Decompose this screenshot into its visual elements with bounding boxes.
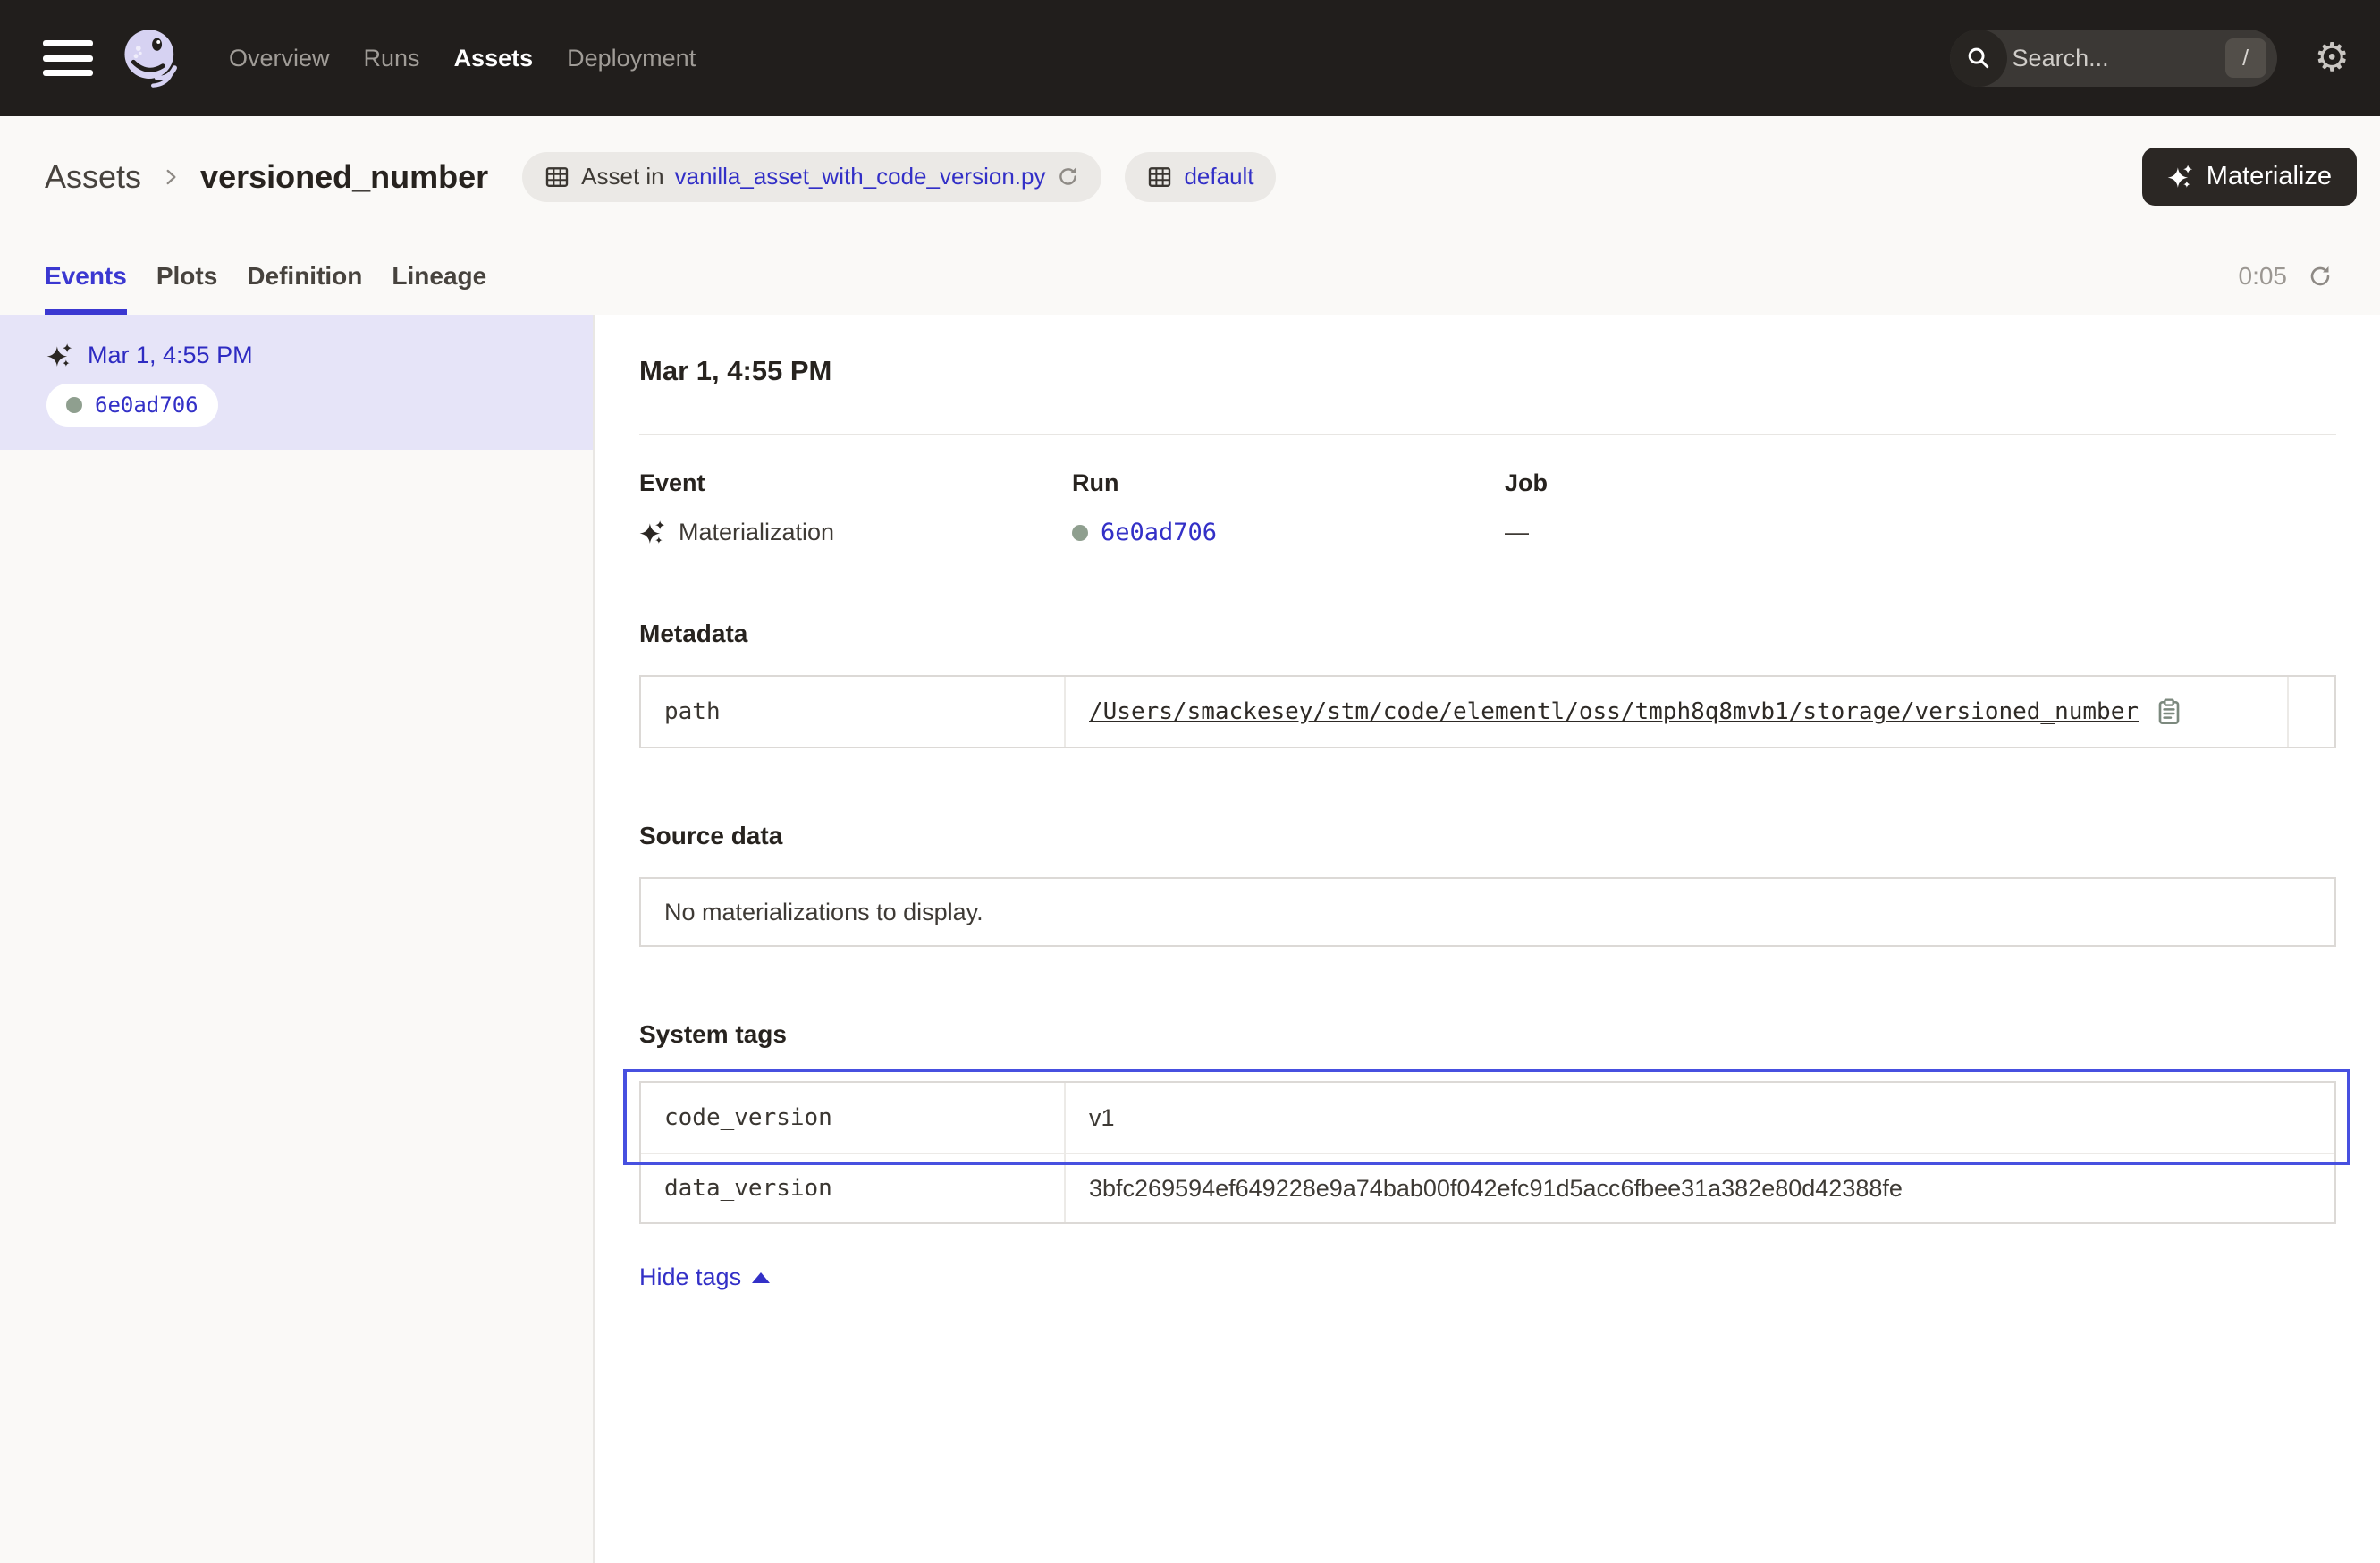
run-id: 6e0ad706 (95, 393, 198, 418)
clipboard-icon (2155, 697, 2183, 726)
nav-item-runs[interactable]: Runs (364, 45, 420, 72)
run-column-label: Run (1072, 469, 1505, 497)
asset-tabs: Events Plots Definition Lineage 0:05 (0, 237, 2380, 315)
search-input[interactable] (2007, 45, 2225, 72)
settings-gear-icon[interactable]: ⚙ (2315, 38, 2350, 78)
caret-up-icon (752, 1272, 770, 1283)
breadcrumb-assets-link[interactable]: Assets (45, 158, 141, 196)
event-column-label: Event (639, 469, 1072, 497)
chevron-right-icon (159, 165, 182, 189)
asset-group-link[interactable]: default (1184, 163, 1253, 190)
run-status-dot (1072, 525, 1088, 541)
event-detail-heading: Mar 1, 4:55 PM (639, 355, 2336, 387)
copy-path-button[interactable] (2155, 697, 2183, 726)
tag-key-code-version: code_version (641, 1083, 1064, 1153)
asset-group-badge: default (1125, 152, 1275, 202)
source-data-heading: Source data (639, 822, 2336, 850)
run-column: Run 6e0ad706 (1072, 469, 1505, 546)
event-column: Event Materialization (639, 469, 1072, 546)
refresh-button[interactable] (2307, 263, 2334, 290)
tab-definition[interactable]: Definition (247, 237, 362, 315)
search-icon (1950, 30, 2007, 87)
job-value: — (1505, 519, 1529, 546)
event-timestamp[interactable]: Mar 1, 4:55 PM (88, 342, 253, 369)
top-nav: Overview Runs Assets Deployment / ⚙ (0, 0, 2380, 116)
tag-key-data-version: data_version (641, 1153, 1064, 1222)
job-column-label: Job (1505, 469, 2336, 497)
search-shortcut-key: / (2225, 38, 2266, 78)
dagster-logo-icon[interactable] (120, 27, 182, 89)
sparkle-icon (2167, 164, 2194, 190)
tab-lineage[interactable]: Lineage (392, 237, 486, 315)
metadata-table-gutter (2287, 677, 2334, 747)
refresh-icon (2307, 263, 2334, 290)
source-data-empty-message: No materializations to display. (639, 877, 2336, 947)
tab-events[interactable]: Events (45, 237, 127, 315)
tag-value-data-version: 3bfc269594ef649228e9a74bab00f042efc91d5a… (1064, 1153, 2334, 1222)
job-column: Job — (1505, 469, 2336, 546)
asset-definition-file-link[interactable]: vanilla_asset_with_code_version.py (675, 163, 1046, 190)
search-box[interactable]: / (1950, 30, 2277, 87)
system-tags-table: code_version v1 data_version 3bfc269594e… (639, 1081, 2336, 1224)
event-list-item-selected[interactable]: Mar 1, 4:55 PM 6e0ad706 (0, 315, 593, 450)
run-status-dot (66, 397, 82, 413)
materialization-sparkle-icon (639, 520, 666, 546)
metadata-path-link[interactable]: /Users/smackesey/stm/code/elementl/oss/t… (1089, 698, 2139, 725)
event-list-sidebar: Mar 1, 4:55 PM 6e0ad706 (0, 315, 595, 1563)
table-icon (544, 164, 570, 190)
nav-item-deployment[interactable]: Deployment (567, 45, 696, 72)
metadata-table: path /Users/smackesey/stm/code/elementl/… (639, 675, 2336, 748)
nav-items: Overview Runs Assets Deployment (229, 45, 696, 72)
system-tags-heading: System tags (639, 1020, 2336, 1049)
reload-definition-icon[interactable] (1056, 165, 1080, 189)
refresh-countdown: 0:05 (2239, 262, 2288, 291)
run-id-link[interactable]: 6e0ad706 (1101, 519, 1217, 546)
metadata-key: path (641, 677, 1064, 747)
run-id-badge[interactable]: 6e0ad706 (46, 384, 218, 427)
event-detail-panel: Mar 1, 4:55 PM Event Materialization Run… (595, 315, 2380, 1563)
metadata-heading: Metadata (639, 620, 2336, 648)
group-grid-icon (1146, 164, 1173, 190)
nav-item-overview[interactable]: Overview (229, 45, 330, 72)
page-title: versioned_number (200, 158, 488, 196)
materialize-button[interactable]: Materialize (2142, 148, 2357, 206)
heading-divider (639, 434, 2336, 435)
event-type-value: Materialization (679, 519, 834, 546)
hamburger-menu-icon[interactable] (43, 40, 93, 76)
hide-tags-link[interactable]: Hide tags (639, 1263, 770, 1291)
tag-value-code-version: v1 (1064, 1083, 2334, 1153)
materialization-sparkle-icon (46, 342, 73, 369)
nav-item-assets[interactable]: Assets (454, 45, 534, 72)
asset-location-badge: Asset in vanilla_asset_with_code_version… (522, 152, 1101, 202)
tab-plots[interactable]: Plots (156, 237, 217, 315)
asset-header: Assets versioned_number Asset in vanilla… (0, 116, 2380, 237)
asset-location-prefix: Asset in (581, 163, 664, 190)
